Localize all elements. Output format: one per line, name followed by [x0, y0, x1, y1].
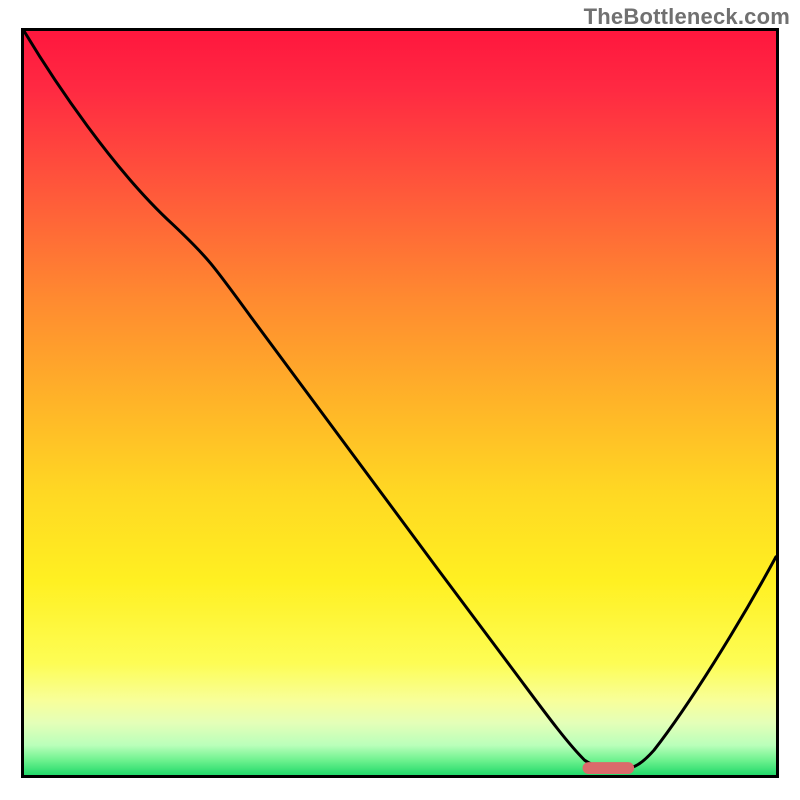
optimal-marker — [583, 762, 635, 774]
plot-area — [21, 28, 779, 778]
chart-overlay — [24, 31, 776, 775]
bottleneck-curve — [24, 31, 776, 769]
chart-frame: TheBottleneck.com — [0, 0, 800, 800]
watermark-text: TheBottleneck.com — [584, 4, 790, 30]
